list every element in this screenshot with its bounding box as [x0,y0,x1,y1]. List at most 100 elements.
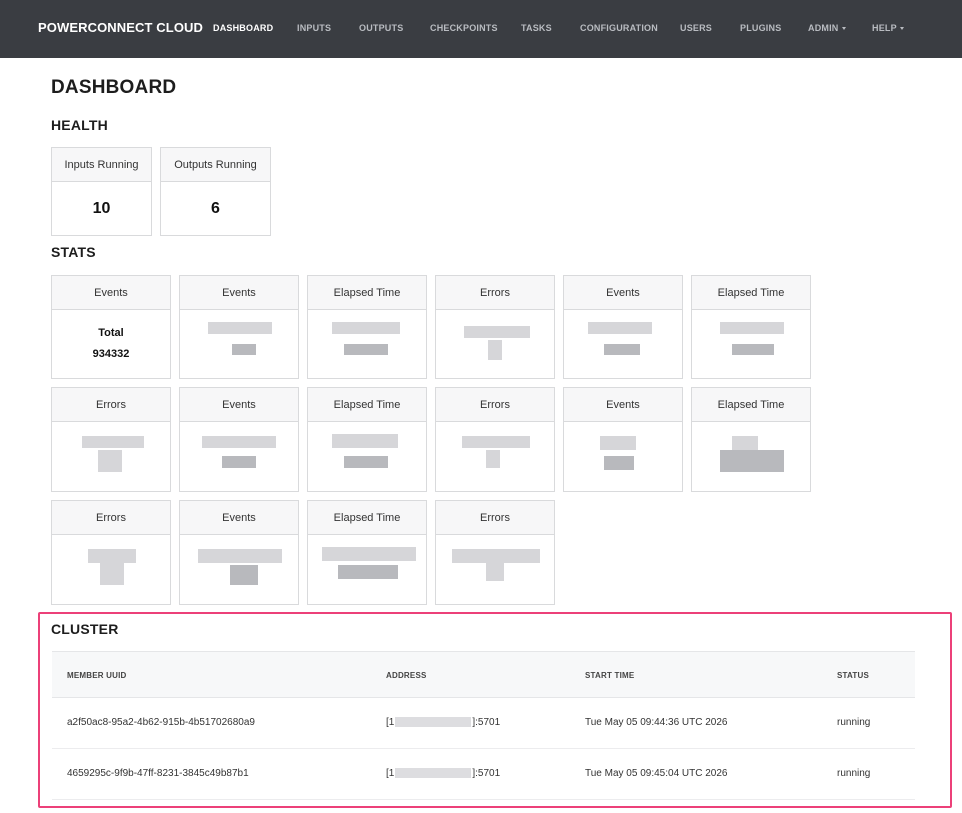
stat-card: Errors [435,387,555,492]
column-header-status[interactable]: STATUS [837,671,869,680]
stat-card: Elapsed Time [691,387,811,492]
redacted-value [720,322,784,334]
stat-card: Events [563,387,683,492]
stat-card-label: Events [180,276,298,310]
nav-inputs[interactable]: INPUTS [297,23,331,33]
redacted-value [202,436,276,448]
address-suffix: ]:5701 [472,717,501,728]
stat-card-label: Elapsed Time [308,276,426,310]
top-navbar: POWERCONNECT CLOUD DASHBOARD INPUTS OUTP… [0,0,962,58]
stat-card: Events [179,387,299,492]
redacted-value [486,450,500,468]
nav-users[interactable]: USERS [680,23,712,33]
health-card-inputs: Inputs Running 10 [51,147,152,236]
nav-tasks[interactable]: TASKS [521,23,552,33]
redacted-value [332,322,400,334]
nav-help-label: HELP [872,23,897,33]
redacted-value [338,565,398,579]
address-prefix: [1 [386,768,395,779]
redacted-value [720,450,784,472]
stat-card-label: Errors [436,388,554,422]
redacted-value [588,322,652,334]
stat-card: Elapsed Time [691,275,811,379]
redacted-value [322,547,416,561]
redacted-address [395,768,472,779]
redacted-value [232,344,256,355]
redacted-value [486,563,504,581]
nav-outputs[interactable]: OUTPUTS [359,23,403,33]
health-card-value: 6 [211,199,220,217]
stat-card-label: Events [564,388,682,422]
stat-card: Elapsed Time [307,275,427,379]
status-cell: running [837,768,871,779]
stat-card-label: Errors [436,276,554,310]
redacted-value [82,436,144,448]
redacted-value [332,434,398,448]
stat-card: Errors [435,275,555,379]
redacted-value [344,344,388,355]
redacted-value [198,549,282,563]
redacted-address [395,717,472,728]
stat-card: Errors [51,500,171,605]
address-prefix: [1 [386,717,395,728]
redacted-value [344,456,388,468]
member-uuid-cell: a2f50ac8-95a2-4b62-915b-4b51702680a9 [67,717,255,728]
nav-admin-label: ADMIN [808,23,839,33]
redacted-value [452,549,540,563]
redacted-value [222,456,256,468]
table-header-row: MEMBER UUID ADDRESS START TIME STATUS [52,651,915,698]
redacted-value [464,326,530,338]
health-card-label: Outputs Running [161,148,270,182]
start-time-cell: Tue May 05 09:45:04 UTC 2026 [585,768,728,779]
stat-card-label: Elapsed Time [692,388,810,422]
health-section-title: HEALTH [51,117,108,133]
stat-card: Elapsed Time [307,500,427,605]
stat-card-label: Elapsed Time [308,388,426,422]
stat-card-label: Elapsed Time [692,276,810,310]
stat-card-label: Events [180,501,298,535]
redacted-value [600,436,636,450]
column-header-uuid[interactable]: MEMBER UUID [67,671,127,680]
table-row: a2f50ac8-95a2-4b62-915b-4b51702680a9 [1]… [52,698,915,749]
nav-help-dropdown[interactable]: HELP [872,23,904,33]
stat-card-label: Events [52,276,170,310]
stat-card: Events [179,275,299,379]
stat-card: Events Total 934332 [51,275,171,379]
redacted-value [604,456,634,470]
chevron-down-icon [899,27,904,31]
redacted-value [462,436,530,448]
stat-card: Errors [51,387,171,492]
stat-total-label: Total [98,327,124,339]
address-cell: [1 ]:5701 [386,717,500,728]
page-title: DASHBOARD [51,77,177,98]
stat-card-label: Elapsed Time [308,501,426,535]
brand-logo-text[interactable]: POWERCONNECT CLOUD [38,20,203,35]
cluster-section-title: CLUSTER [51,621,119,637]
stat-card: Errors [435,500,555,605]
nav-checkpoints[interactable]: CHECKPOINTS [430,23,498,33]
redacted-value [98,450,122,472]
redacted-value [100,563,124,585]
health-card-outputs: Outputs Running 6 [160,147,271,236]
nav-dashboard[interactable]: DASHBOARD [213,23,273,33]
redacted-value [732,436,758,450]
redacted-value [604,344,640,355]
column-header-start-time[interactable]: START TIME [585,671,634,680]
stat-card: Events [563,275,683,379]
stat-card: Events [179,500,299,605]
stat-card-label: Events [564,276,682,310]
health-card-label: Inputs Running [52,148,151,182]
table-row: 4659295c-9f9b-47ff-8231-3845c49b87b1 [1]… [52,749,915,800]
start-time-cell: Tue May 05 09:44:36 UTC 2026 [585,717,728,728]
nav-plugins[interactable]: PLUGINS [740,23,781,33]
stat-card-label: Errors [436,501,554,535]
stat-card-label: Errors [52,388,170,422]
status-cell: running [837,717,871,728]
nav-configuration[interactable]: CONFIGURATION [580,23,658,33]
column-header-address[interactable]: ADDRESS [386,671,427,680]
chevron-down-icon [841,27,846,31]
stat-card-label: Events [180,388,298,422]
nav-admin-dropdown[interactable]: ADMIN [808,23,846,33]
health-card-value: 10 [92,199,111,217]
address-cell: [1]:5701 [386,768,500,779]
